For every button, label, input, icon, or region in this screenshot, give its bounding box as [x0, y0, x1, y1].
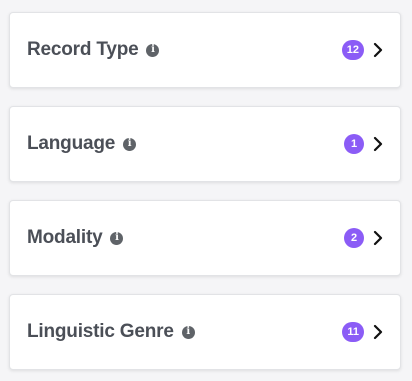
filter-label: Record Type — [27, 39, 139, 60]
filter-label: Linguistic Genre — [27, 321, 174, 342]
info-icon[interactable]: i — [123, 137, 137, 151]
filter-record-type[interactable]: Record Type i 12 — [9, 12, 401, 88]
chevron-right-icon[interactable] — [372, 230, 384, 246]
filter-meta: 1 — [344, 134, 384, 154]
count-badge: 1 — [344, 134, 364, 154]
filter-meta: 12 — [341, 40, 384, 60]
filter-label: Modality — [27, 227, 103, 248]
info-icon[interactable]: i — [181, 325, 195, 339]
filter-modality[interactable]: Modality i 2 — [9, 200, 401, 276]
count-badge: 11 — [342, 322, 364, 342]
filter-list: Record Type i 12 Language i 1 Modality i… — [0, 0, 412, 381]
filter-linguistic-genre[interactable]: Linguistic Genre i 11 — [9, 294, 401, 370]
info-icon[interactable]: i — [110, 231, 124, 245]
chevron-right-icon[interactable] — [372, 136, 384, 152]
info-icon[interactable]: i — [146, 43, 160, 57]
count-badge: 12 — [341, 40, 364, 60]
chevron-right-icon[interactable] — [372, 42, 384, 58]
filter-language[interactable]: Language i 1 — [9, 106, 401, 182]
count-badge: 2 — [344, 228, 364, 248]
filter-meta: 2 — [344, 228, 384, 248]
filter-meta: 11 — [342, 322, 384, 342]
chevron-right-icon[interactable] — [372, 324, 384, 340]
filter-label: Language — [27, 133, 116, 154]
